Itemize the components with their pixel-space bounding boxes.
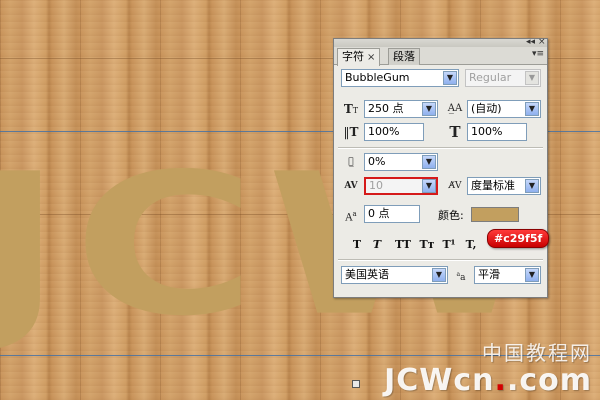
tab-close-icon[interactable]: × [367,52,375,63]
all-caps-button[interactable]: TT [393,237,413,253]
chevron-down-icon: ▼ [525,102,539,116]
close-icon[interactable]: × [538,38,546,47]
watermark-cn: 中国教程网 [482,341,592,365]
chevron-down-icon: ▼ [432,268,446,282]
character-panel: ◂◂ × 字符 × 段落 ▾≡ BubbleGum ▼ Regular ▼ TT 25… [333,38,550,298]
style-buttons: T T TT Tᴛ T¹ T, [334,237,547,253]
panel-tabs: 字符 × 段落 ▾≡ [334,47,547,66]
font-family-select[interactable]: BubbleGum ▼ [341,69,459,87]
tracking-field[interactable]: 度量标准 ▼ [467,177,541,195]
chevron-down-icon: ▼ [525,71,539,85]
watermark: 中国教程网 JCWcn..com [384,337,592,396]
font-size-field[interactable]: 250 点 ▼ [364,100,438,118]
divider [338,147,543,149]
kerning-icon: AV [344,181,358,191]
leading-field[interactable]: (自动) ▼ [467,100,541,118]
tsume-field[interactable]: 0% ▼ [364,153,438,171]
color-label: 颜色: [438,209,464,222]
tab-character[interactable]: 字符 × [337,48,381,66]
leading-icon: A̲A [447,103,463,114]
tsume-icon: あ̲ [348,157,354,167]
panel-menu-icon[interactable]: ▾≡ [532,50,544,59]
tracking-icon: A̸V [448,181,462,191]
kerning-field[interactable]: 10 ▼ [364,177,438,195]
baseline-shift-icon: Aa [345,210,357,224]
language-select[interactable]: 美国英语 ▼ [341,266,448,284]
chevron-down-icon: ▼ [525,268,539,282]
vertical-scale-field[interactable]: 100% [364,123,424,141]
divider [338,259,543,261]
font-style-select[interactable]: Regular ▼ [465,69,541,87]
chevron-down-icon: ▼ [422,155,436,169]
subscript-button[interactable]: T, [462,237,480,253]
tab-paragraph[interactable]: 段落 [388,48,420,65]
horizontal-scale-field[interactable]: 100% [467,123,527,141]
superscript-button[interactable]: T¹ [440,237,458,253]
vertical-scale-icon: ‖T [343,125,359,139]
transform-handle[interactable] [352,380,360,388]
antialias-icon: aa [456,271,466,283]
chevron-down-icon: ▼ [443,71,457,85]
collapse-icon[interactable]: ◂◂ [526,38,535,47]
horizontal-scale-icon: T [449,123,461,141]
color-swatch[interactable] [471,207,519,222]
antialias-select[interactable]: 平滑 ▼ [474,266,541,284]
baseline-shift-field[interactable]: 0 点 [364,205,420,223]
chevron-down-icon: ▼ [525,179,539,193]
chevron-down-icon: ▼ [422,102,436,116]
small-caps-button[interactable]: Tᴛ [417,237,437,253]
faux-bold-button[interactable]: T [349,237,365,253]
font-size-icon: TT [343,102,359,116]
faux-italic-button[interactable]: T [369,237,385,253]
chevron-down-icon: ▼ [422,179,436,193]
watermark-en: JCWcn..com [384,363,592,398]
